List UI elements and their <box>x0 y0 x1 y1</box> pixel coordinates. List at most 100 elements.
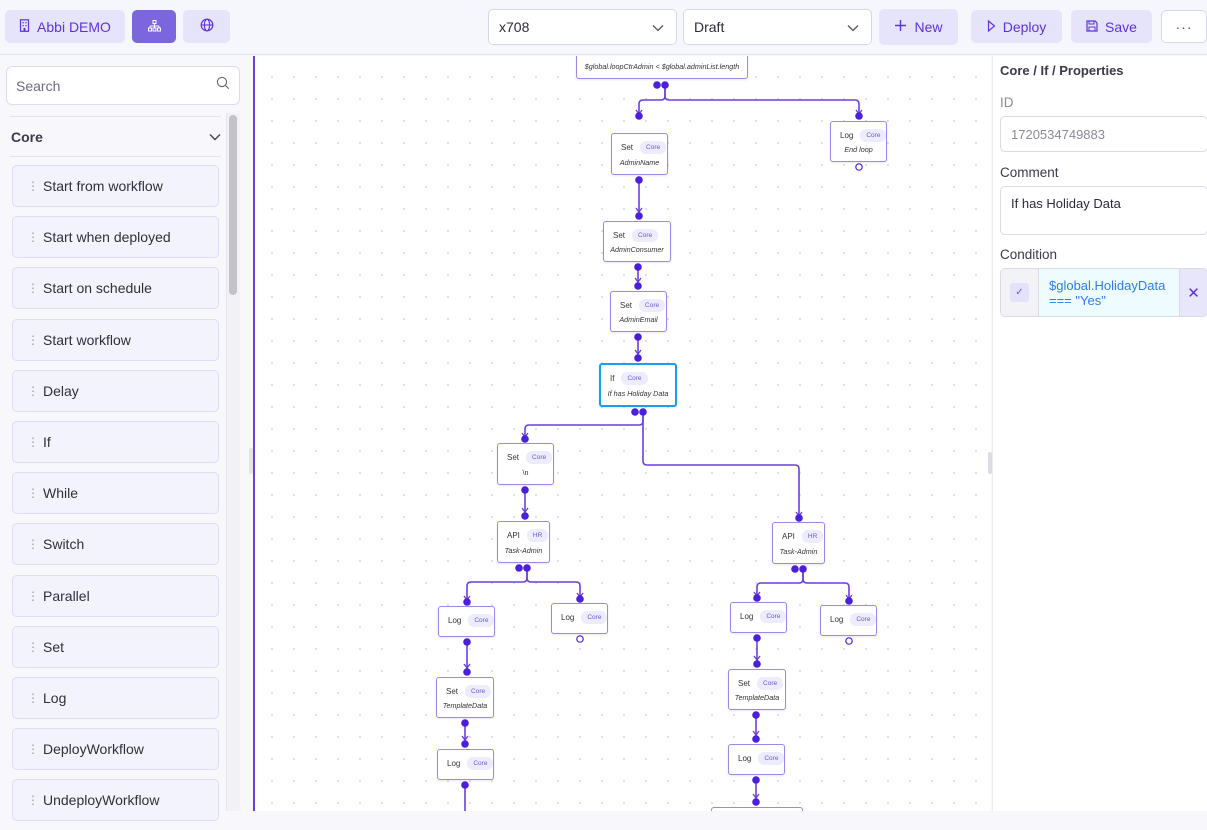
search-input[interactable] <box>16 77 196 94</box>
port[interactable] <box>523 564 531 572</box>
port[interactable] <box>463 598 471 606</box>
workflow-node[interactable]: Log Core <box>438 606 495 637</box>
port[interactable] <box>639 408 647 416</box>
sidebar-scrollbar-thumb[interactable] <box>229 115 237 295</box>
port[interactable] <box>521 486 529 494</box>
drag-handle-icon[interactable]: ⋮ <box>27 691 39 705</box>
workflow-node[interactable]: Set Core TemplateData <box>436 677 494 718</box>
port[interactable] <box>461 719 469 727</box>
status-select[interactable]: Draft <box>683 9 872 45</box>
port[interactable] <box>521 512 529 520</box>
workflow-node[interactable]: Log Core <box>437 749 494 780</box>
workflow-canvas[interactable]: $global.loopCtrAdmin < $global.adminList… <box>253 56 991 811</box>
workflow-node[interactable]: $global.loopCtrAdmin < $global.adminList… <box>576 56 748 79</box>
workflow-node[interactable]: Set Core \n <box>497 443 554 485</box>
category-core-header[interactable]: Core <box>10 116 221 157</box>
drag-handle-icon[interactable]: ⋮ <box>27 537 39 551</box>
workflow-node[interactable]: Log Core <box>820 605 877 636</box>
port[interactable] <box>799 565 807 573</box>
search-icon[interactable] <box>216 76 230 95</box>
port[interactable] <box>753 660 761 668</box>
workflow-node[interactable]: Log Core <box>551 603 608 634</box>
workflow-node[interactable]: Log Core End loop <box>830 121 887 162</box>
condition-validate-button[interactable]: ✓ <box>1001 269 1039 316</box>
output-port-empty[interactable] <box>855 163 863 171</box>
workflow-node[interactable]: Set Core AdminConsumer <box>603 221 671 262</box>
deploy-button[interactable]: Deploy <box>971 10 1062 43</box>
comment-field[interactable]: If has Holiday Data <box>1000 186 1207 235</box>
drag-handle-icon[interactable]: ⋮ <box>27 793 39 807</box>
port[interactable] <box>631 408 639 416</box>
port[interactable] <box>634 354 642 362</box>
condition-expression[interactable]: $global.HolidayData === "Yes" <box>1039 269 1180 316</box>
new-button[interactable]: New <box>879 9 958 45</box>
drag-handle-icon[interactable]: ⋮ <box>27 435 39 449</box>
condition-clear-button[interactable]: ✕ <box>1180 269 1207 316</box>
palette-item[interactable]: ⋮ If <box>12 420 219 463</box>
port[interactable] <box>753 594 761 602</box>
save-button[interactable]: Save <box>1071 10 1152 43</box>
workflow-node-partial[interactable] <box>711 807 803 811</box>
port[interactable] <box>753 634 761 642</box>
workflow-node[interactable]: API HR Task-Admin <box>497 521 550 563</box>
palette-item[interactable]: ⋮ Log <box>12 676 219 719</box>
palette-item[interactable]: ⋮ UndeployWorkflow <box>12 779 219 822</box>
port[interactable] <box>791 565 799 573</box>
workflow-select[interactable]: x708 <box>488 9 677 45</box>
palette-item[interactable]: ⋮ DeployWorkflow <box>12 728 219 771</box>
palette-item[interactable]: ⋮ Parallel <box>12 574 219 617</box>
drag-handle-icon[interactable]: ⋮ <box>27 640 39 654</box>
drag-handle-icon[interactable]: ⋮ <box>27 230 39 244</box>
drag-handle-icon[interactable]: ⋮ <box>27 589 39 603</box>
port[interactable] <box>634 282 642 290</box>
palette-item[interactable]: ⋮ Set <box>12 625 219 668</box>
workflow-node[interactable]: Set Core TemplateData <box>728 669 786 710</box>
port[interactable] <box>634 333 642 341</box>
port[interactable] <box>576 595 584 603</box>
palette-item[interactable]: ⋮ Start from workflow <box>12 165 219 207</box>
drag-handle-icon[interactable]: ⋮ <box>27 742 39 756</box>
port[interactable] <box>521 435 529 443</box>
port[interactable] <box>635 112 643 120</box>
palette-item[interactable]: ⋮ Switch <box>12 523 219 566</box>
more-options-button[interactable]: ··· <box>1161 10 1207 43</box>
workflow-node[interactable]: Set Core AdminName <box>611 133 668 175</box>
port[interactable] <box>752 776 760 784</box>
port[interactable] <box>752 798 760 806</box>
palette-item[interactable]: ⋮ Start when deployed <box>12 216 219 259</box>
port[interactable] <box>461 781 469 789</box>
drag-handle-icon[interactable]: ⋮ <box>27 281 39 295</box>
drag-handle-icon[interactable]: ⋮ <box>27 384 39 398</box>
workflow-node[interactable]: Log Core <box>728 744 785 775</box>
drag-handle-icon[interactable]: ⋮ <box>27 486 39 500</box>
palette-item[interactable]: ⋮ While <box>12 472 219 515</box>
drag-handle-icon[interactable]: ⋮ <box>27 179 39 193</box>
workflow-node[interactable]: Log Core <box>730 602 787 633</box>
workflow-node[interactable]: API HR Task-Admin <box>772 522 825 564</box>
workflow-view-button[interactable] <box>132 10 176 43</box>
output-port-empty[interactable] <box>845 637 853 645</box>
workflow-node[interactable]: If Core If has Holiday Data <box>599 363 677 407</box>
output-port-empty[interactable] <box>576 635 584 643</box>
port[interactable] <box>845 597 853 605</box>
palette-item[interactable]: ⋮ Delay <box>12 369 219 412</box>
port[interactable] <box>752 735 760 743</box>
palette-item[interactable]: ⋮ Start on schedule <box>12 267 219 310</box>
palette-item[interactable]: ⋮ Start workflow <box>12 318 219 361</box>
port[interactable] <box>463 668 471 676</box>
workflow-node[interactable]: Set Core AdminEmail <box>610 291 667 332</box>
port[interactable] <box>795 514 803 522</box>
port[interactable] <box>461 740 469 748</box>
port[interactable] <box>855 112 863 120</box>
port[interactable] <box>653 81 661 89</box>
port[interactable] <box>634 263 642 271</box>
port[interactable] <box>463 638 471 646</box>
org-button[interactable]: Abbi DEMO <box>5 10 125 43</box>
port[interactable] <box>635 212 643 220</box>
port[interactable] <box>635 176 643 184</box>
drag-handle-icon[interactable]: ⋮ <box>27 333 39 347</box>
port[interactable] <box>752 711 760 719</box>
port[interactable] <box>515 564 523 572</box>
globe-button[interactable] <box>183 10 230 43</box>
port[interactable] <box>661 81 669 89</box>
